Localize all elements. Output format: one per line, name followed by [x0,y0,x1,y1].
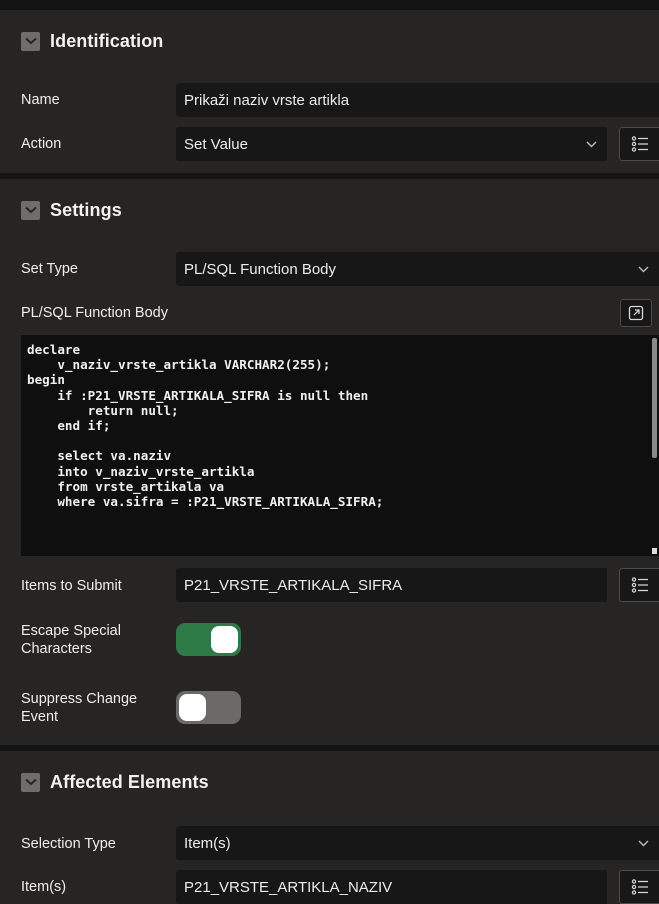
section-title: Affected Elements [50,771,209,792]
settings-header[interactable]: Settings [0,179,659,241]
affected-elements-section: Affected Elements Selection Type Item(s)… [0,751,659,904]
code-line: end if; [27,417,111,433]
affected-elements-header[interactable]: Affected Elements [0,751,659,813]
identification-header[interactable]: Identification [0,10,659,72]
section-title: Identification [50,30,164,51]
items-label: Item(s) [21,879,67,895]
action-value: Set Value [184,135,248,153]
items-field[interactable]: P21_VRSTE_ARTIKLA_NAZIV [176,870,607,904]
name-field[interactable]: Prikaži naziv vrste artikla [176,83,659,117]
code-line: return null; [27,402,179,418]
items-to-submit-value: P21_VRSTE_ARTIKALA_SIFRA [184,576,403,594]
list-icon [631,879,648,895]
list-icon [631,136,648,152]
action-label: Action [21,136,62,152]
code-line: into v_naziv_vrste_artikla [27,463,255,479]
name-value: Prikaži naziv vrste artikla [184,91,350,109]
identification-section: Identification Name Prikaži naziv vrste … [0,10,659,173]
chevron-down-icon [586,127,597,161]
escape-special-toggle[interactable] [176,623,241,656]
toggle-knob [179,694,206,721]
toggle-knob [211,626,238,653]
chevron-down-icon[interactable] [21,772,40,792]
chevron-down-icon [638,826,649,860]
chevron-down-icon [638,252,649,286]
list-icon [631,577,648,593]
items-to-submit-field[interactable]: P21_VRSTE_ARTIKALA_SIFRA [176,568,607,602]
action-list-button[interactable] [619,127,659,161]
editor-resize-handle[interactable] [652,548,657,554]
selection-type-value: Item(s) [184,834,231,852]
editor-scrollbar[interactable] [652,338,657,458]
set-type-label: Set Type [21,261,78,277]
code-line: begin [27,372,65,388]
expand-editor-button[interactable] [620,299,652,327]
set-type-value: PL/SQL Function Body [184,260,337,278]
items-to-submit-list-button[interactable] [619,568,659,602]
code-editor[interactable]: declare v_naziv_vrste_artikla VARCHAR2(2… [21,335,659,556]
suppress-change-toggle[interactable] [176,691,241,724]
escape-special-label: Escape Special Characters [21,623,121,657]
items-value: P21_VRSTE_ARTIKLA_NAZIV [184,878,393,896]
code-line: declare [27,342,81,357]
code-line: if :P21_VRSTE_ARTIKALA_SIFRA is null the… [27,387,369,403]
code-line: v_naziv_vrste_artikla VARCHAR2(255); [27,357,331,373]
section-title: Settings [50,199,122,220]
code-line: where va.sifra = :P21_VRSTE_ARTIKALA_SIF… [27,493,384,509]
name-label: Name [21,92,60,108]
chevron-down-icon[interactable] [21,31,40,51]
plsql-body-label: PL/SQL Function Body [21,305,168,321]
code-line: select va.naziv [27,448,172,464]
set-type-select[interactable]: PL/SQL Function Body [176,252,659,286]
expand-icon [628,305,644,321]
action-select[interactable]: Set Value [176,127,607,161]
code-line: from vrste_artikala va [27,478,225,494]
selection-type-select[interactable]: Item(s) [176,826,659,860]
suppress-change-label: Suppress Change Event [21,691,138,725]
chevron-down-icon[interactable] [21,200,40,220]
items-to-submit-label: Items to Submit [21,578,122,594]
items-list-button[interactable] [619,870,659,904]
selection-type-label: Selection Type [21,836,116,852]
code-lines: declare v_naziv_vrste_artikla VARCHAR2(2… [27,342,659,509]
